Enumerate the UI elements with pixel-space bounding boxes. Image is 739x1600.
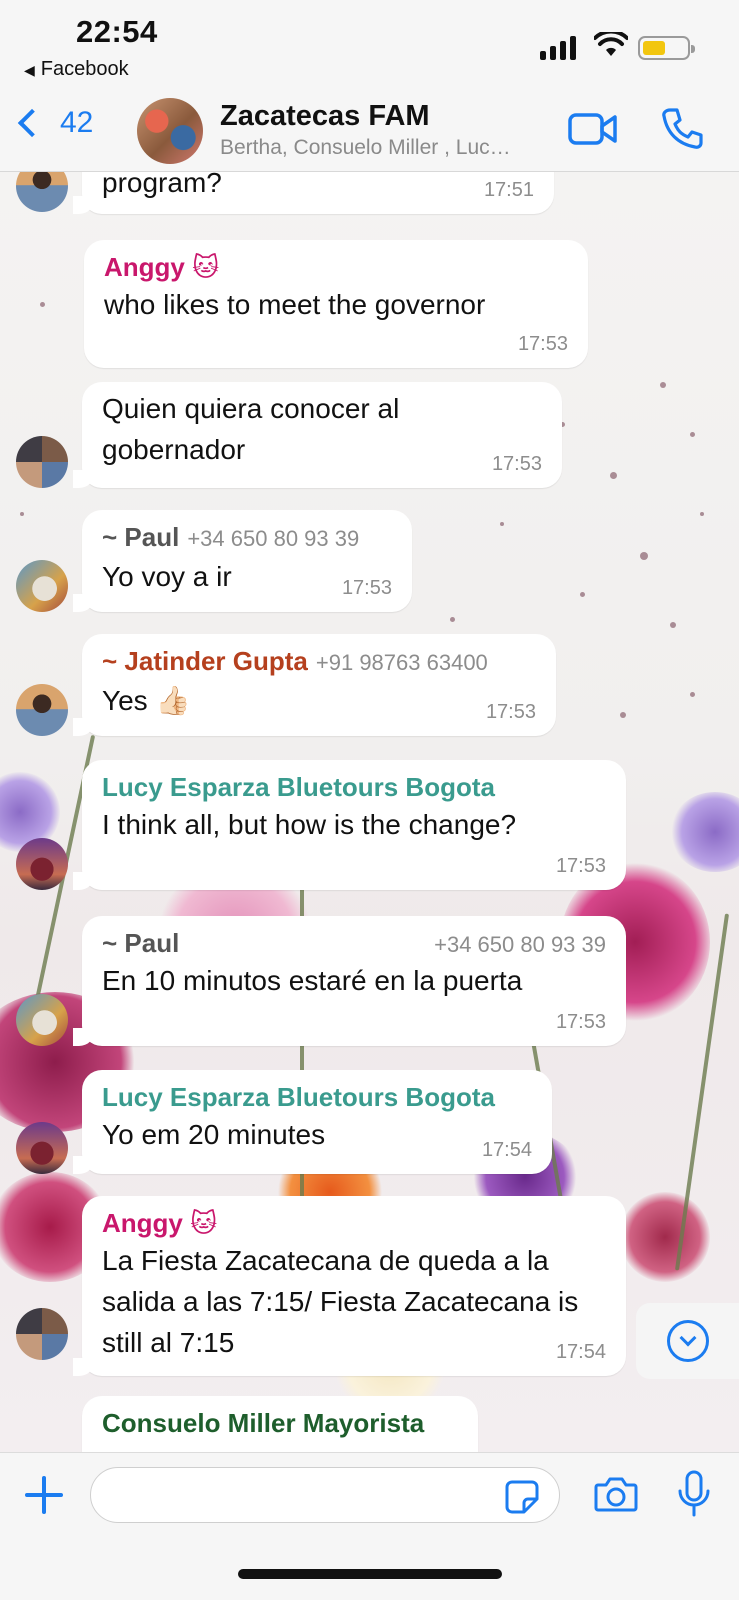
- video-camera-icon[interactable]: [568, 112, 618, 146]
- message-text: who likes to meet the governor: [104, 289, 486, 320]
- microphone-icon[interactable]: [676, 1469, 712, 1519]
- message-bubble[interactable]: Lucy Esparza Bluetours Bogota I think al…: [73, 760, 626, 890]
- sticker-icon[interactable]: [504, 1479, 540, 1515]
- scroll-to-bottom-button[interactable]: [636, 1303, 739, 1379]
- sender-name: Lucy Esparza Bluetours Bogota: [102, 1082, 495, 1112]
- sender-avatar[interactable]: [16, 684, 68, 736]
- sender-avatar[interactable]: [16, 560, 68, 612]
- sender-phone: +91 98763 63400: [315, 650, 488, 675]
- chat-title[interactable]: Zacatecas FAM: [220, 100, 430, 133]
- message-text: La Fiesta Zacatecana de queda a la salid…: [102, 1245, 579, 1358]
- message-text: Quien quiera conocer al gobernador: [102, 393, 400, 465]
- message-time: 17:53: [517, 333, 568, 355]
- sender-name: Anggy 🐱: [104, 252, 220, 282]
- message-list[interactable]: program? 17:51 Anggy 🐱 who likes to meet…: [0, 172, 739, 1452]
- back-button[interactable]: 42: [14, 106, 93, 140]
- status-bar: 22:54 ◀ Facebook: [0, 0, 739, 96]
- sender-name: Lucy Esparza Bluetours Bogota: [102, 772, 495, 802]
- sender-phone: +34 650 80 93 39: [434, 932, 606, 957]
- composer-bar: [0, 1452, 739, 1600]
- message-time: 17:53: [491, 453, 542, 475]
- message-text: En 10 minutos estaré en la puerta: [102, 965, 523, 996]
- sender-name: ~ Paul +34 650 80 93 39: [102, 926, 606, 960]
- camera-icon[interactable]: [594, 1475, 638, 1513]
- message-bubble[interactable]: ~ Paul +34 650 80 93 39 En 10 minutos est…: [73, 916, 626, 1046]
- back-to-app-link[interactable]: ◀ Facebook: [24, 58, 129, 81]
- message-text: program?: [102, 172, 222, 198]
- message-time: 17:51: [483, 179, 534, 201]
- sender-name: Anggy 🐱: [102, 1208, 218, 1238]
- back-app-label: Facebook: [40, 58, 129, 80]
- message-bubble[interactable]: Quien quiera conocer al gobernador 17:53: [73, 382, 562, 488]
- message-time: 17:53: [555, 1011, 606, 1033]
- sender-name: Consuelo Miller Mayorista: [102, 1408, 425, 1438]
- message-text: Yes 👍🏻: [102, 685, 191, 716]
- sender-avatar[interactable]: [16, 838, 68, 890]
- group-avatar[interactable]: [137, 98, 203, 164]
- cellular-signal-icon: [540, 34, 576, 60]
- chevron-left-icon: [17, 108, 47, 138]
- sender-avatar[interactable]: [16, 1122, 68, 1174]
- sender-name: ~ Paul +34 650 80 93 39: [102, 522, 360, 552]
- message-bubble[interactable]: Anggy 🐱 who likes to meet the governor 1…: [84, 240, 588, 368]
- message-time: 17:53: [341, 577, 392, 599]
- message-time: 17:54: [555, 1341, 606, 1363]
- message-bubble[interactable]: ~ Jatinder Gupta +91 98763 63400 Yes 👍🏻 1…: [73, 634, 556, 736]
- sender-avatar[interactable]: [16, 172, 68, 212]
- chat-header: 42 Zacatecas FAM Bertha, Consuelo Miller…: [0, 96, 739, 172]
- wifi-icon: [594, 32, 628, 56]
- chat-members[interactable]: Bertha, Consuelo Miller , Luc…: [220, 136, 550, 160]
- plus-icon[interactable]: [24, 1475, 64, 1515]
- home-indicator: [238, 1569, 502, 1579]
- sender-phone: +34 650 80 93 39: [187, 526, 360, 551]
- message-bubble[interactable]: Consuelo Miller Mayorista: [82, 1396, 478, 1452]
- message-bubble[interactable]: Lucy Esparza Bluetours Bogota Yo em 20 m…: [73, 1070, 552, 1174]
- sender-avatar[interactable]: [16, 436, 68, 488]
- message-time: 17:54: [481, 1139, 532, 1161]
- message-time: 17:53: [555, 855, 606, 877]
- message-text: Yo em 20 minutes: [102, 1119, 326, 1150]
- unread-count: 42: [60, 106, 94, 139]
- sender-avatar[interactable]: [16, 1308, 68, 1360]
- status-time: 22:54: [76, 14, 158, 49]
- back-triangle-icon: ◀: [24, 62, 35, 78]
- message-bubble[interactable]: Anggy 🐱 La Fiesta Zacatecana de queda a …: [73, 1196, 626, 1376]
- sender-name: ~ Jatinder Gupta +91 98763 63400: [102, 646, 488, 676]
- message-input[interactable]: [90, 1467, 560, 1523]
- sender-avatar[interactable]: [16, 994, 68, 1046]
- chevron-down-icon: [666, 1320, 709, 1362]
- phone-icon[interactable]: [660, 106, 704, 150]
- message-text: I think all, but how is the change?: [102, 809, 517, 840]
- message-bubble[interactable]: program? 17:51: [73, 172, 554, 214]
- message-time: 17:53: [485, 701, 536, 723]
- message-bubble[interactable]: ~ Paul +34 650 80 93 39 Yo voy a ir 17:53: [73, 510, 412, 612]
- battery-icon: [638, 36, 695, 60]
